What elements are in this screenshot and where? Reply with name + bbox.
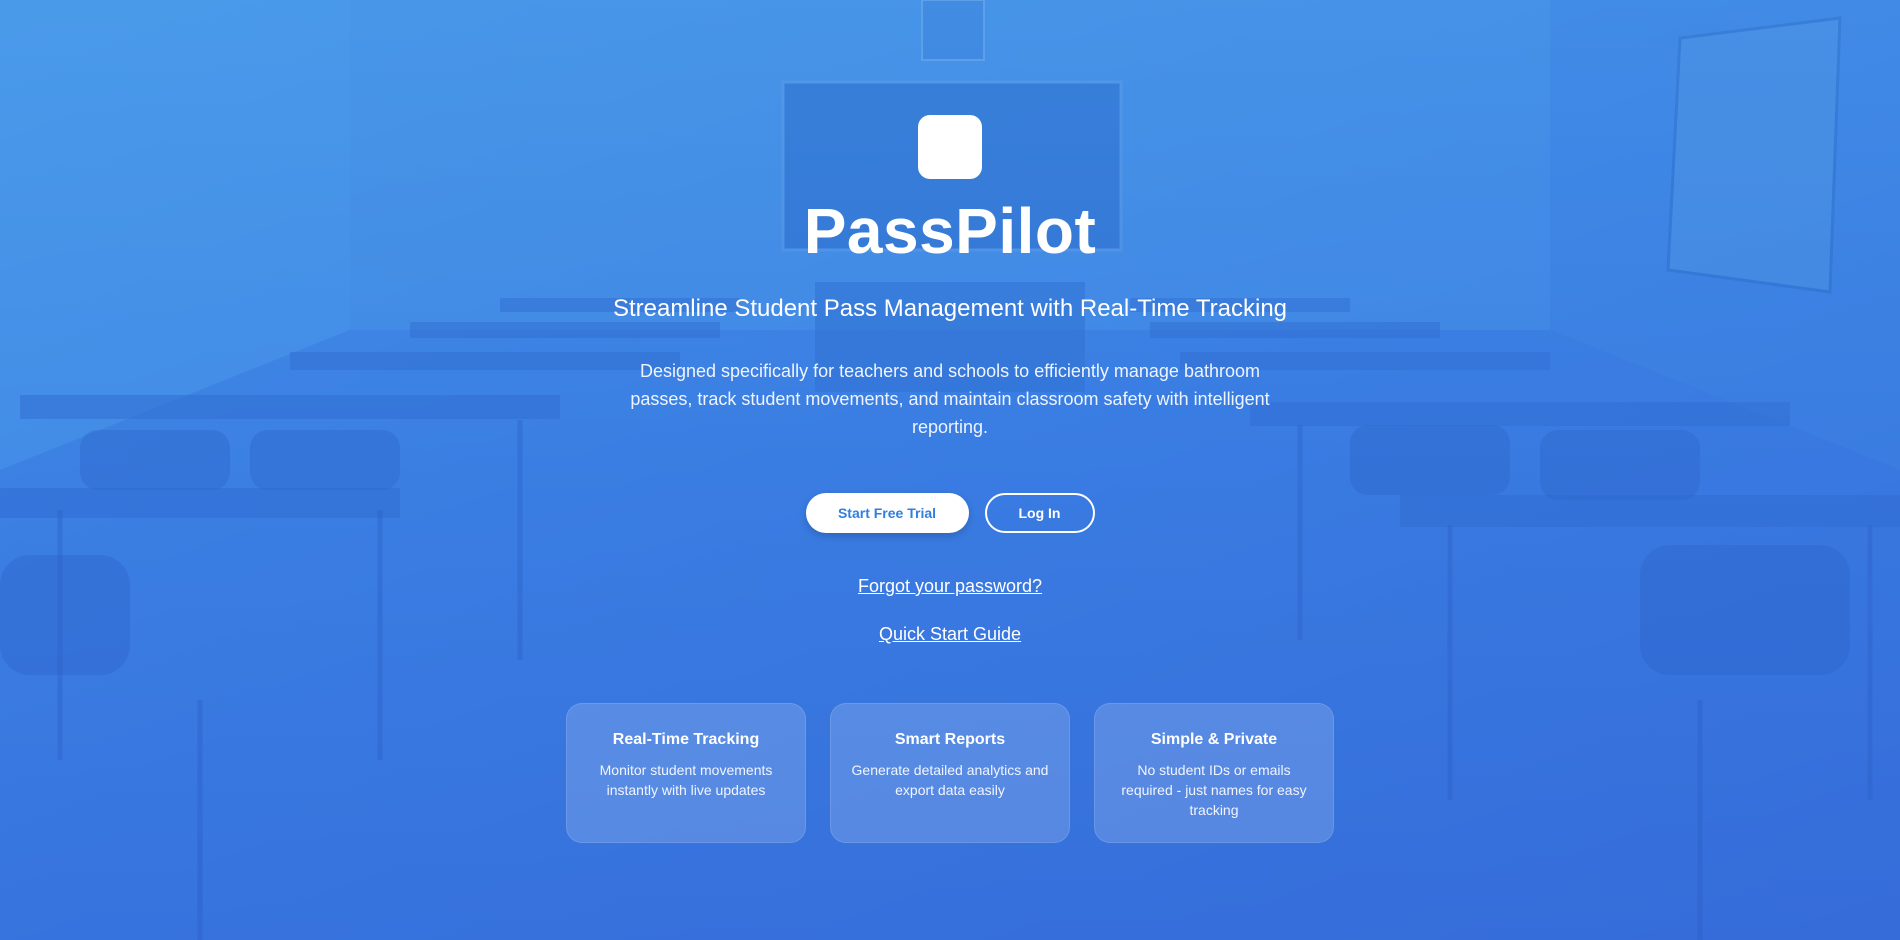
description: Designed specifically for teachers and s… — [630, 361, 1270, 437]
forgot-password-link[interactable]: Forgot your password? — [858, 575, 1042, 597]
feature-cards: Real-Time Tracking Monitor student movem… — [566, 703, 1334, 843]
feature-description: Monitor student movements instantly with… — [599, 762, 773, 798]
feature-title: Smart Reports — [894, 731, 1006, 748]
feature-card-simple-private: Simple & Private No student IDs or email… — [1094, 703, 1334, 843]
feature-description: Generate detailed analytics and export d… — [851, 762, 1049, 798]
tagline: Streamline Student Pass Management with … — [612, 295, 1288, 322]
cta-buttons: Start Free Trial Log In — [805, 493, 1095, 533]
feature-card-smart-reports: Smart Reports Generate detailed analytic… — [830, 703, 1070, 843]
quick-start-guide-link[interactable]: Quick Start Guide — [879, 623, 1021, 645]
log-in-button[interactable]: Log In — [984, 493, 1095, 533]
app-title: PassPilot — [803, 195, 1097, 267]
start-free-trial-button[interactable]: Start Free Trial — [805, 493, 969, 533]
hero-content: PassPilot Streamline Student Pass Manage… — [0, 0, 1900, 940]
feature-title: Real-Time Tracking — [612, 731, 760, 748]
feature-card-real-time-tracking: Real-Time Tracking Monitor student movem… — [566, 703, 806, 843]
app-logo-icon — [918, 115, 982, 179]
feature-description: No student IDs or emails required - just… — [1121, 762, 1307, 818]
hero-section: PassPilot Streamline Student Pass Manage… — [0, 0, 1900, 940]
feature-title: Simple & Private — [1150, 731, 1278, 748]
